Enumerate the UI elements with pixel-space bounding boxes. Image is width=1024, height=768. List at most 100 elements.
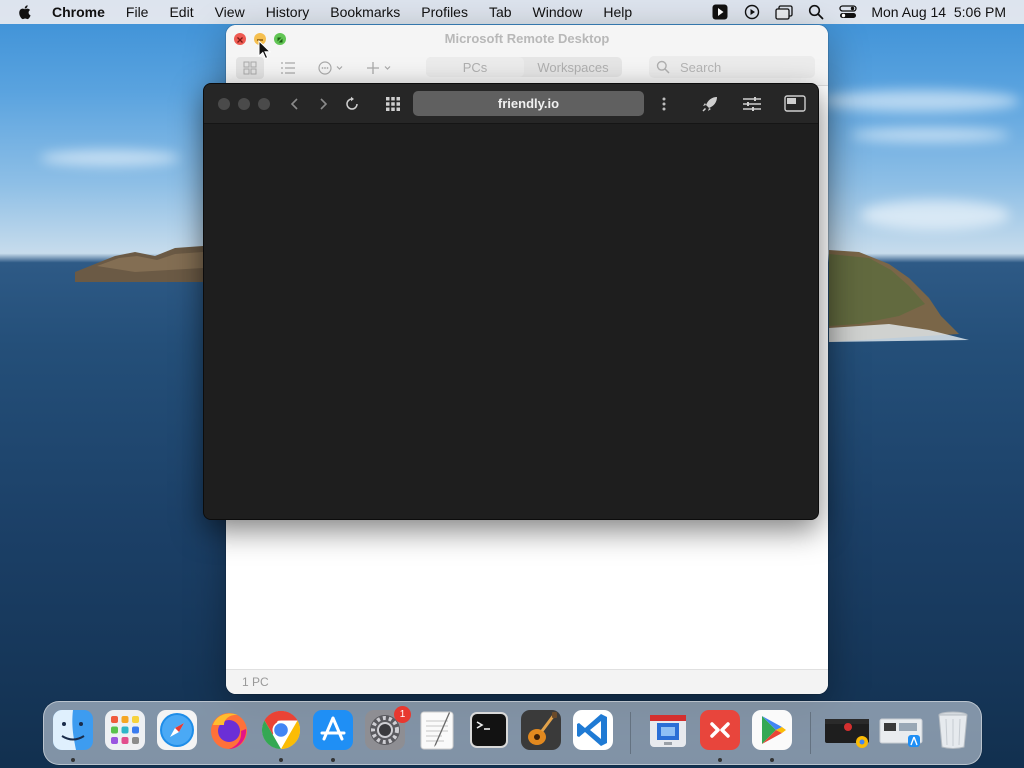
forward-button[interactable]: [312, 93, 334, 115]
rocket-icon: [702, 97, 717, 112]
screen-recording-icon[interactable]: [743, 4, 761, 20]
applications-folder-icon: [879, 718, 923, 747]
cloud: [850, 128, 1010, 142]
view-segmented-control: PCs Workspaces: [426, 57, 622, 77]
sliders-icon: [743, 97, 761, 111]
back-button[interactable]: [284, 93, 306, 115]
dock-recent-window[interactable]: [824, 709, 870, 751]
tab-pcs[interactable]: PCs: [426, 57, 524, 77]
browser-content: [204, 124, 818, 519]
finder-icon: [53, 710, 93, 750]
safari-icon: [157, 710, 197, 750]
running-indicator: [331, 758, 335, 762]
menu-bookmarks[interactable]: Bookmarks: [330, 4, 400, 20]
garageband-icon: [521, 710, 561, 750]
search-field[interactable]: Search: [649, 56, 815, 78]
search-icon: [656, 60, 670, 74]
browser-window: friendly.io: [203, 83, 819, 520]
reload-icon: [346, 96, 358, 110]
chrome-icon: [261, 710, 301, 750]
island-right: [829, 250, 969, 342]
dock: 1: [43, 701, 982, 765]
notification-badge: 1: [394, 706, 411, 723]
browser-toolbar: friendly.io: [204, 84, 818, 124]
menubar-clock[interactable]: Mon Aug 14 5:06 PM: [871, 4, 1006, 20]
address-bar[interactable]: friendly.io: [413, 91, 644, 116]
list-view-button[interactable]: [274, 57, 302, 79]
dock-safari[interactable]: [156, 709, 198, 751]
play-icon: [752, 710, 792, 750]
kebab-menu-button[interactable]: [656, 93, 672, 115]
more-options-button[interactable]: [316, 57, 350, 79]
dock-chrome[interactable]: [260, 709, 302, 751]
dock-remote-access[interactable]: [699, 709, 741, 751]
app-store-icon: [313, 710, 353, 750]
dock-vscode[interactable]: [572, 709, 614, 751]
cloud: [820, 90, 1020, 112]
add-button[interactable]: [364, 57, 398, 79]
dock-firefox[interactable]: [208, 709, 250, 751]
dock-trash[interactable]: [932, 709, 974, 751]
dock-garageband[interactable]: [520, 709, 562, 751]
textedit-icon: [420, 711, 454, 750]
terminal-icon: [470, 712, 508, 748]
apps-grid-icon: [386, 97, 400, 111]
menu-app-name[interactable]: Chrome: [52, 4, 105, 20]
cloud: [860, 200, 1010, 230]
window-title: Microsoft Remote Desktop: [444, 31, 610, 46]
dock-terminal[interactable]: [468, 709, 510, 751]
tab-workspaces[interactable]: Workspaces: [524, 57, 622, 77]
dock-finder[interactable]: [52, 709, 94, 751]
menu-window[interactable]: Window: [533, 4, 583, 20]
window-switcher-icon[interactable]: [775, 4, 794, 20]
remote-desktop-titlebar: Microsoft Remote Desktop PCs Workspaces …: [226, 25, 828, 86]
recent-window-icon: [825, 719, 869, 748]
apps-grid-button[interactable]: [382, 93, 404, 115]
kebab-menu-icon: [662, 97, 666, 111]
dock-textedit[interactable]: [416, 709, 458, 751]
menu-profiles[interactable]: Profiles: [421, 4, 468, 20]
apple-icon[interactable]: [16, 3, 34, 21]
control-center-icon[interactable]: [839, 4, 858, 20]
remote-desktop-status-bar: 1 PC: [226, 669, 828, 694]
vscode-icon: [573, 710, 613, 750]
search-placeholder: Search: [680, 59, 722, 75]
chevron-left-icon: [290, 98, 298, 110]
dock-remote-desktop[interactable]: [647, 709, 689, 751]
remote-access-icon: [700, 710, 740, 750]
spotlight-search-icon[interactable]: [807, 4, 825, 20]
chevron-right-icon: [320, 98, 328, 110]
plus-icon: [367, 62, 391, 74]
browser-zoom-button[interactable]: [258, 98, 270, 110]
dock-google-play[interactable]: [751, 709, 793, 751]
more-options-icon: [318, 61, 343, 75]
media-play-icon[interactable]: [711, 4, 729, 20]
grid-view-button[interactable]: [236, 57, 264, 79]
running-indicator: [770, 758, 774, 762]
running-indicator: [71, 758, 75, 762]
browser-close-button[interactable]: [218, 98, 230, 110]
firefox-icon: [211, 713, 247, 749]
menu-help[interactable]: Help: [603, 4, 632, 20]
menu-view[interactable]: View: [215, 4, 245, 20]
dock-app-store[interactable]: [312, 709, 354, 751]
dock-launchpad[interactable]: [104, 709, 146, 751]
grid-view-icon: [243, 61, 257, 75]
settings-sliders-button[interactable]: [740, 93, 764, 115]
pc-count-label: 1 PC: [242, 675, 269, 689]
menu-history[interactable]: History: [266, 4, 310, 20]
rocket-button[interactable]: [698, 93, 722, 115]
picture-in-picture-button[interactable]: [782, 93, 808, 115]
dock-system-preferences[interactable]: 1: [364, 706, 411, 751]
menu-file[interactable]: File: [126, 4, 149, 20]
mouse-cursor-icon: [258, 40, 272, 60]
dock-separator: [810, 712, 811, 754]
picture-in-picture-icon: [784, 95, 806, 112]
menu-edit[interactable]: Edit: [169, 4, 193, 20]
cloud: [40, 150, 180, 166]
reload-button[interactable]: [341, 93, 363, 115]
browser-minimize-button[interactable]: [238, 98, 250, 110]
island-left: [75, 246, 203, 282]
menu-tab[interactable]: Tab: [489, 4, 512, 20]
dock-applications-folder[interactable]: [878, 709, 924, 751]
